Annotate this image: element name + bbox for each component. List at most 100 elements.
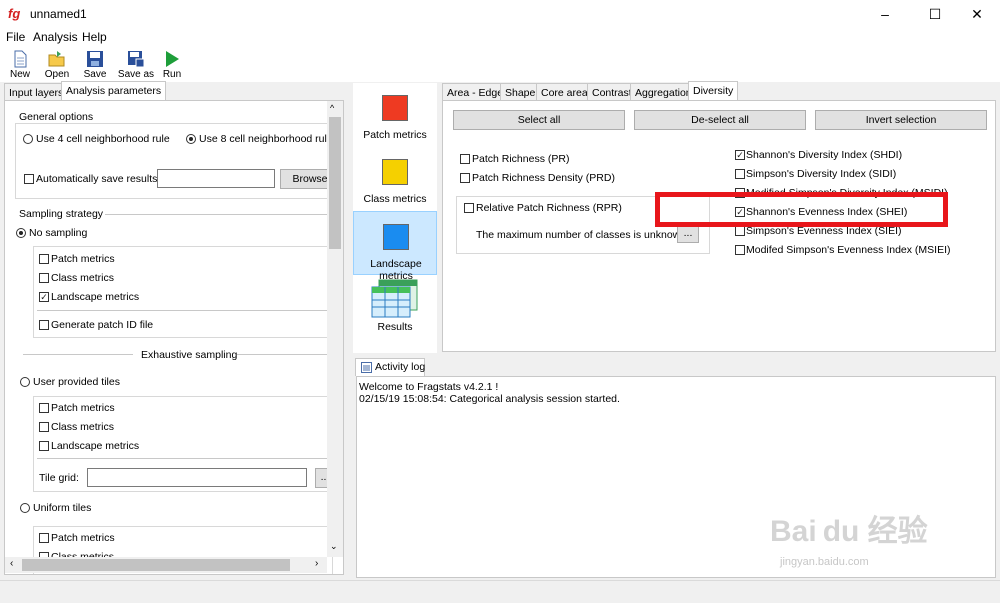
vertical-scroll-thumb[interactable] bbox=[329, 117, 341, 249]
divider bbox=[23, 354, 133, 355]
gen-id-checkbox[interactable] bbox=[39, 320, 49, 330]
save-disk-icon bbox=[87, 51, 103, 67]
rule8-label: Use 8 cell neighborhood rule bbox=[199, 133, 333, 145]
deselect-all-button[interactable]: De-select all bbox=[634, 110, 806, 130]
tab-input-layers[interactable]: Input layers bbox=[4, 83, 69, 101]
prd-checkbox[interactable] bbox=[460, 173, 470, 183]
ut-landscape-checkbox[interactable] bbox=[39, 441, 49, 451]
category-label: Class metrics bbox=[363, 193, 427, 205]
tab-core-area[interactable]: Core area bbox=[536, 83, 593, 101]
divider bbox=[37, 310, 331, 311]
new-button[interactable]: New bbox=[0, 48, 40, 82]
tab-diversity[interactable]: Diversity bbox=[688, 81, 739, 101]
category-results[interactable]: Results bbox=[353, 275, 437, 339]
msiei-checkbox[interactable] bbox=[735, 245, 745, 255]
no-sampling-radio[interactable] bbox=[16, 228, 26, 238]
autosave-path-input[interactable] bbox=[157, 169, 275, 188]
watermark-logo: Bai du 经验 bbox=[770, 515, 928, 548]
tile-grid-input[interactable] bbox=[87, 468, 307, 487]
rule4-radio[interactable] bbox=[23, 134, 33, 144]
uf-patch-checkbox[interactable] bbox=[39, 533, 49, 543]
divider bbox=[237, 354, 333, 355]
general-options-title: General options bbox=[19, 111, 94, 123]
tab-activity-log[interactable]: Activity log bbox=[355, 358, 425, 376]
invert-selection-button[interactable]: Invert selection bbox=[815, 110, 987, 130]
category-class-metrics[interactable]: Class metrics bbox=[353, 147, 437, 211]
save-as-icon bbox=[128, 51, 145, 68]
horizontal-scroll-thumb[interactable] bbox=[22, 559, 290, 571]
sidi-label: Simpson's Diversity Index (SIDI) bbox=[746, 168, 897, 180]
class-metrics-icon bbox=[382, 159, 408, 185]
menu-file[interactable]: File bbox=[6, 30, 25, 44]
rule8-radio[interactable] bbox=[186, 134, 196, 144]
metric-category-list: Patch metrics Class metrics Landscape me… bbox=[353, 83, 437, 353]
results-table-icon bbox=[371, 279, 418, 318]
left-tab-strip: Input layers Analysis parameters bbox=[4, 81, 350, 101]
open-button[interactable]: Open bbox=[37, 48, 77, 82]
divider bbox=[105, 214, 335, 215]
tab-shape[interactable]: Shape bbox=[500, 83, 541, 101]
close-icon[interactable]: ✕ bbox=[954, 0, 1000, 28]
tab-area-edge[interactable]: Area - Edge bbox=[442, 83, 509, 101]
menu-bar: File Analysis Help bbox=[0, 28, 1000, 46]
save-as-button[interactable]: Save as bbox=[115, 48, 157, 82]
autosave-label: Automatically save results bbox=[36, 173, 158, 185]
ns-patch-checkbox[interactable] bbox=[39, 254, 49, 264]
rpr-browse-button[interactable]: ... bbox=[677, 225, 699, 243]
autosave-checkbox[interactable] bbox=[24, 174, 34, 184]
sampling-title: Sampling strategy bbox=[19, 208, 104, 220]
user-tiles-label: User provided tiles bbox=[33, 376, 120, 388]
scroll-down-icon[interactable]: ⌄ bbox=[330, 541, 338, 552]
uniform-tiles-radio[interactable] bbox=[20, 503, 30, 513]
divider bbox=[37, 458, 331, 459]
ns-landscape-checkbox[interactable]: ✓ bbox=[39, 292, 49, 302]
tab-aggregation[interactable]: Aggregation bbox=[630, 83, 697, 101]
category-landscape-metrics[interactable]: Landscape metrics bbox=[353, 211, 437, 282]
save-button[interactable]: Save bbox=[75, 48, 115, 82]
ns-class-checkbox[interactable] bbox=[39, 273, 49, 283]
ut-patch-checkbox[interactable] bbox=[39, 403, 49, 413]
ns-patch-label: Patch metrics bbox=[51, 253, 115, 265]
run-play-icon bbox=[166, 51, 179, 67]
msiei-label: Modifed Simpson's Evenness Index (MSIEI) bbox=[746, 244, 951, 256]
rpr-note: The maximum number of classes is unknown… bbox=[476, 229, 689, 241]
pr-label: Patch Richness (PR) bbox=[472, 153, 570, 165]
minimize-icon[interactable]: – bbox=[862, 0, 908, 28]
user-tiles-radio[interactable] bbox=[20, 377, 30, 387]
menu-analysis[interactable]: Analysis bbox=[33, 30, 78, 44]
tab-analysis-parameters[interactable]: Analysis parameters bbox=[61, 81, 167, 101]
shdi-checkbox[interactable]: ✓ bbox=[735, 150, 745, 160]
highlight-annotation bbox=[655, 192, 948, 227]
scroll-up-icon[interactable]: ^ bbox=[330, 103, 334, 113]
menu-help[interactable]: Help bbox=[82, 30, 107, 44]
category-label: Patch metrics bbox=[363, 129, 427, 141]
patch-metrics-icon bbox=[382, 95, 408, 121]
exhaustive-title: Exhaustive sampling bbox=[141, 349, 238, 361]
rpr-label: Relative Patch Richness (RPR) bbox=[476, 202, 622, 214]
scroll-left-icon[interactable]: ‹ bbox=[10, 558, 13, 569]
run-button[interactable]: Run bbox=[152, 48, 192, 82]
pr-checkbox[interactable] bbox=[460, 154, 470, 164]
siei-checkbox[interactable] bbox=[735, 226, 745, 236]
category-patch-metrics[interactable]: Patch metrics bbox=[353, 83, 437, 147]
ut-class-label: Class metrics bbox=[51, 421, 115, 433]
ut-class-checkbox[interactable] bbox=[39, 422, 49, 432]
prd-label: Patch Richness Density (PRD) bbox=[472, 172, 615, 184]
ns-class-label: Class metrics bbox=[51, 272, 115, 284]
select-all-button[interactable]: Select all bbox=[453, 110, 625, 130]
uniform-tiles-label: Uniform tiles bbox=[33, 502, 92, 514]
log-icon bbox=[361, 362, 372, 373]
maximize-icon[interactable]: ☐ bbox=[912, 0, 958, 28]
shdi-label: Shannon's Diversity Index (SHDI) bbox=[746, 149, 903, 161]
log-line: 02/15/19 15:08:54: Categorical analysis … bbox=[359, 393, 620, 405]
uf-patch-label: Patch metrics bbox=[51, 532, 115, 544]
no-sampling-label: No sampling bbox=[29, 227, 88, 239]
ut-landscape-label: Landscape metrics bbox=[51, 440, 140, 452]
watermark-url: jingyan.baidu.com bbox=[780, 556, 869, 568]
app-icon: fg bbox=[8, 6, 21, 21]
metric-tab-strip: Area - Edge Shape Core area Contrast Agg… bbox=[442, 81, 998, 101]
sidi-checkbox[interactable] bbox=[735, 169, 745, 179]
status-bar bbox=[0, 580, 1000, 603]
rpr-checkbox[interactable] bbox=[464, 203, 474, 213]
scroll-right-icon[interactable]: › bbox=[315, 558, 318, 569]
